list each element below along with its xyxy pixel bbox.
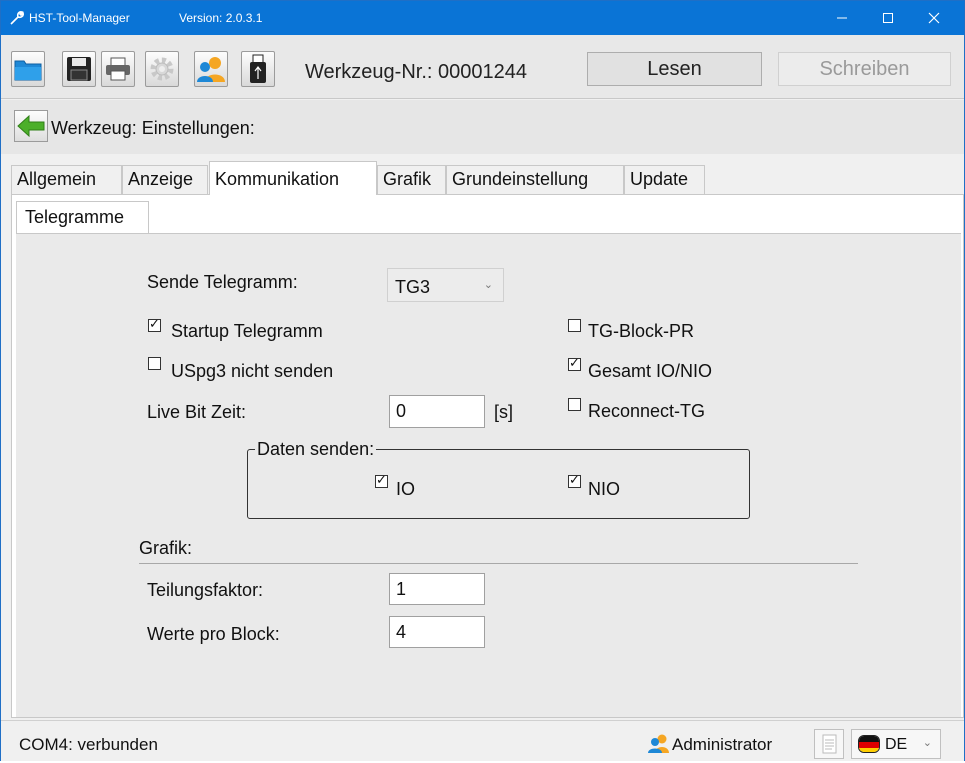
startup-telegram-label: Startup Telegramm (171, 321, 323, 341)
live-bit-input[interactable]: 0 (389, 395, 485, 428)
language-value: DE (885, 736, 908, 753)
title-bar: HST-Tool-Manager Version: 2.0.3.1 (1, 1, 964, 35)
chevron-down-icon: ⌄ (483, 279, 493, 291)
window-title: HST-Tool-Manager (29, 11, 130, 25)
grafik-section-title: Grafik: (139, 538, 193, 558)
back-button[interactable] (14, 110, 48, 142)
reconnect-tg-label: Reconnect-TG (588, 401, 706, 421)
grafik-separator (139, 563, 858, 564)
tg-block-pr-checkbox[interactable] (568, 319, 581, 332)
save-icon (67, 57, 91, 81)
users-button[interactable] (194, 51, 228, 87)
uspg3-not-send-label: USpg3 nicht senden (171, 361, 334, 381)
tab-kommunikation[interactable]: Kommunikation (209, 161, 377, 195)
toolbar: Werkzeug-Nr.: 00001244 Lesen Schreiben (1, 35, 964, 99)
usb-stick-icon (250, 54, 266, 83)
subtab-telegramme[interactable]: Telegramme (16, 201, 149, 233)
usb-button[interactable] (241, 51, 275, 87)
settings-button[interactable] (145, 51, 179, 87)
maximize-icon (883, 13, 893, 23)
read-button[interactable]: Lesen (587, 52, 762, 86)
tab-grafik[interactable]: Grafik (377, 165, 446, 194)
minimize-icon (837, 17, 847, 19)
minimize-button[interactable] (819, 1, 865, 35)
tab-grundeinstellung[interactable]: Grundeinstellung (446, 165, 624, 194)
tab-allgemein[interactable]: Allgemein (11, 165, 122, 194)
teilungsfaktor-input[interactable]: 1 (389, 573, 485, 605)
gesamt-io-nio-label: Gesamt IO/NIO (588, 361, 713, 381)
back-arrow-icon (17, 114, 45, 138)
print-icon (106, 57, 130, 81)
print-button[interactable] (101, 51, 135, 87)
nio-checkbox[interactable] (568, 472, 581, 488)
language-select[interactable]: DE ⌄ (851, 729, 941, 759)
breadcrumb-text: Werkzeug: Einstellungen: (51, 118, 255, 138)
io-label: IO (396, 479, 416, 499)
app-window: HST-Tool-Manager Version: 2.0.3.1 Werkze… (0, 0, 965, 761)
close-button[interactable] (911, 1, 957, 35)
notes-button[interactable] (814, 729, 844, 759)
settings-gear-icon (150, 57, 174, 81)
nio-label: NIO (588, 479, 621, 499)
version-label: Version: 2.0.3.1 (179, 11, 263, 25)
folder-icon (14, 60, 42, 81)
teilungsfaktor-label: Teilungsfaktor: (147, 580, 264, 600)
reconnect-tg-checkbox[interactable] (568, 398, 581, 411)
live-bit-unit: [s] (494, 402, 514, 422)
uspg3-not-send-checkbox[interactable] (148, 357, 161, 370)
tab-anzeige[interactable]: Anzeige (122, 165, 208, 194)
tool-number: Werkzeug-Nr.: 00001244 (305, 61, 527, 83)
gesamt-io-nio-checkbox[interactable] (568, 355, 581, 371)
send-telegram-value: TG3 (395, 277, 431, 297)
tab-update[interactable]: Update (624, 165, 705, 194)
send-telegram-select[interactable]: TG3 ⌄ (387, 268, 504, 302)
tg-block-pr-label: TG-Block-PR (588, 321, 695, 341)
connection-status: COM4: verbunden (19, 735, 158, 754)
current-user: Administrator (672, 735, 773, 754)
chevron-down-icon: ⌄ (922, 737, 932, 749)
close-icon (928, 12, 940, 24)
maximize-button[interactable] (865, 1, 911, 35)
status-bar: COM4: verbunden Administrator DE ⌄ (1, 720, 964, 761)
startup-telegram-checkbox[interactable] (148, 316, 161, 332)
user-icon (648, 734, 669, 753)
wrench-icon (10, 11, 24, 25)
write-button[interactable]: Schreiben (778, 52, 951, 86)
breadcrumb: Werkzeug: Einstellungen: (1, 100, 964, 154)
data-send-title: Daten senden: (255, 439, 377, 460)
live-bit-label: Live Bit Zeit: (147, 402, 247, 422)
werte-pro-block-label: Werte pro Block: (147, 624, 280, 644)
users-icon (197, 57, 225, 82)
werte-pro-block-input[interactable]: 4 (389, 616, 485, 648)
send-telegram-label: Sende Telegramm: (147, 272, 298, 292)
save-button[interactable] (62, 51, 96, 87)
german-flag-icon (858, 735, 880, 753)
io-checkbox[interactable] (375, 472, 388, 488)
document-icon (822, 734, 837, 754)
open-button[interactable] (11, 51, 45, 87)
